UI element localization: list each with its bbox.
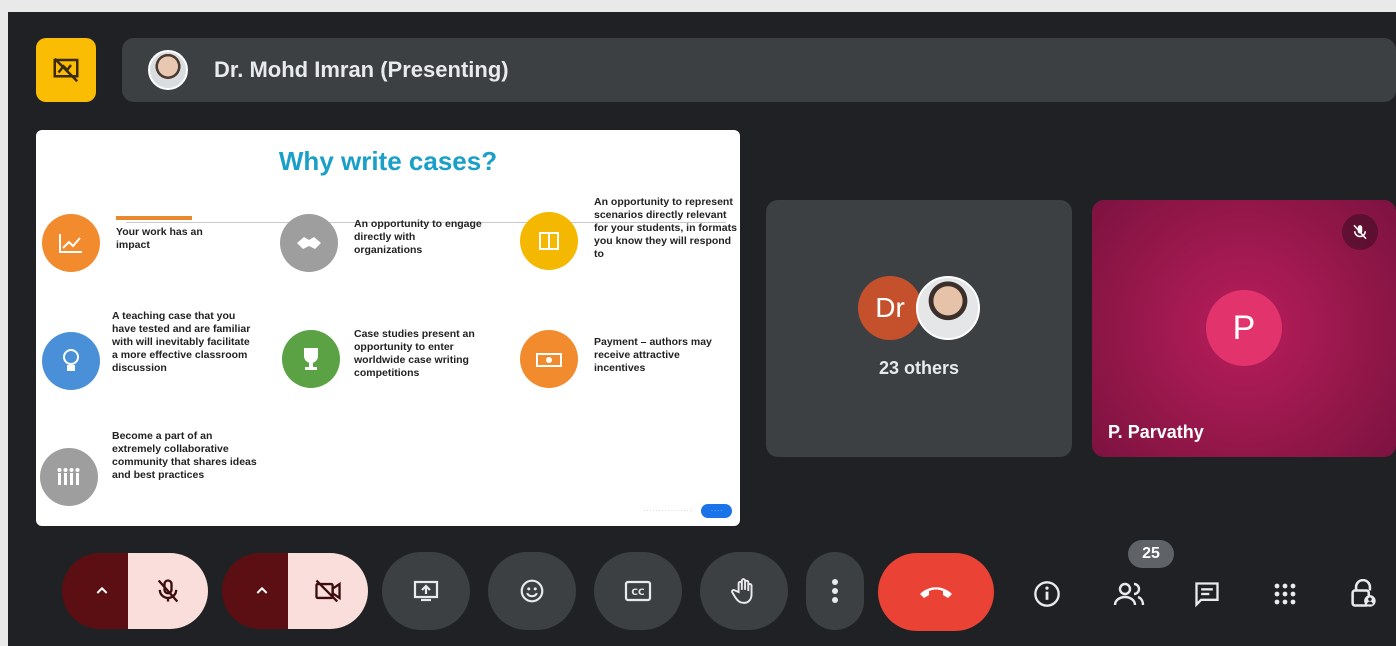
- people-button[interactable]: [1106, 572, 1152, 616]
- mic-off-icon: [154, 577, 182, 605]
- others-label: 23 others: [878, 358, 960, 378]
- camera-off-icon: [313, 577, 343, 605]
- case-item-text: Become a part of an extremely collaborat…: [112, 430, 257, 481]
- shared-slide: Why write cases? Your work has an impact…: [36, 130, 740, 526]
- case-item-text: Case studies present an opportunity to e…: [354, 328, 475, 379]
- leave-call-button[interactable]: [878, 553, 994, 631]
- participants-count-badge: 25: [1128, 540, 1174, 568]
- money-icon: [520, 330, 578, 388]
- slide-footer-button: · · · ·: [701, 504, 732, 518]
- raise-hand-icon: [731, 577, 757, 605]
- trophy-icon: [282, 330, 340, 388]
- chevron-up-icon: [94, 583, 110, 599]
- community-icon: [40, 448, 98, 506]
- slide-footer-text: · · · · · · · · · · · · · · · ·: [643, 508, 692, 514]
- host-controls-button[interactable]: [1340, 572, 1386, 616]
- chart-icon: [42, 214, 100, 272]
- camera-toggle-button[interactable]: [288, 553, 368, 629]
- lightbulb-icon: [42, 332, 100, 390]
- slide-accent-bar: [116, 216, 192, 220]
- captions-button[interactable]: CC: [594, 552, 682, 630]
- presenter-name: Dr. Mohd Imran (Presenting): [214, 57, 509, 82]
- handshake-icon: [280, 214, 338, 272]
- book-icon: [520, 212, 578, 270]
- meeting-screen: Dr. Mohd Imran (Presenting) Why write ca…: [8, 12, 1396, 646]
- presentation-toggle-button[interactable]: [36, 38, 96, 102]
- slide-title: Why write cases?: [278, 146, 498, 176]
- case-item-text: A teaching case that you have tested and…: [112, 310, 251, 374]
- case-item-text: An opportunity to engage directly with o…: [354, 218, 482, 256]
- participant-name: P. Parvathy: [1108, 422, 1204, 442]
- avatar: Dr: [858, 276, 922, 340]
- closed-captions-icon: CC: [624, 580, 652, 602]
- case-item-text: Your work has an impact: [116, 226, 203, 251]
- participants-tile-others[interactable]: Dr 23 others: [766, 200, 1072, 457]
- more-options-button[interactable]: [806, 552, 864, 630]
- mic-off-icon: [1342, 214, 1378, 250]
- avatar-photo: [916, 276, 980, 340]
- people-icon: [1113, 581, 1145, 607]
- chat-button[interactable]: [1184, 572, 1230, 616]
- svg-text:CC: CC: [631, 588, 645, 598]
- case-item-text: An opportunity to represent scenarios di…: [594, 196, 737, 260]
- emoji-icon: [519, 578, 545, 604]
- info-icon: [1033, 580, 1061, 608]
- presenter-bar: Dr. Mohd Imran (Presenting): [122, 38, 1396, 102]
- apps-grid-icon: [1273, 582, 1297, 606]
- reactions-button[interactable]: [488, 552, 576, 630]
- case-item-text: Payment – authors may receive attractive…: [594, 336, 712, 374]
- lock-person-icon: [1349, 579, 1377, 609]
- meeting-details-button[interactable]: [1024, 572, 1070, 616]
- raise-hand-button[interactable]: [700, 552, 788, 630]
- participant-tile-parvathy[interactable]: P P. Parvathy: [1092, 200, 1396, 457]
- chevron-up-icon: [254, 583, 270, 599]
- chat-icon: [1193, 580, 1221, 608]
- presentation-off-icon: [51, 55, 81, 85]
- avatar: P: [1206, 290, 1282, 366]
- present-screen-button[interactable]: [382, 552, 470, 630]
- slide-footer: · · · · · · · · · · · · · · · · · · · ·: [644, 504, 732, 518]
- more-vert-icon: [831, 578, 839, 604]
- present-screen-icon: [413, 579, 439, 603]
- presenter-avatar: [148, 50, 188, 90]
- activities-button[interactable]: [1262, 572, 1308, 616]
- microphone-toggle-button[interactable]: [128, 553, 208, 629]
- call-end-icon: [918, 583, 954, 601]
